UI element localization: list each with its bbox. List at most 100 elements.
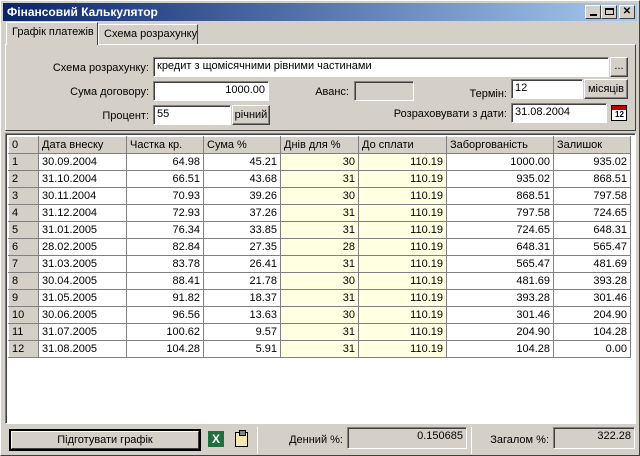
table-cell[interactable]: 66.51 [126,170,204,188]
table-cell[interactable]: 31 [280,289,359,307]
table-cell[interactable]: 5.91 [203,340,281,358]
table-cell[interactable]: 31 [280,255,359,273]
row-index-cell[interactable]: 3 [8,187,39,205]
table-cell[interactable]: 26.41 [203,255,281,273]
table-cell[interactable]: 82.84 [126,238,204,256]
table-cell[interactable]: 31 [280,340,359,358]
table-cell[interactable]: 110.19 [358,238,447,256]
table-cell[interactable]: 204.90 [553,306,631,324]
table-row[interactable]: 1 30.09.2004 64.98 45.21 30 110.19 1000.00 935.… [8,153,631,171]
table-cell[interactable]: 868.51 [553,170,631,188]
row-index-cell[interactable]: 6 [8,238,39,256]
column-header[interactable]: До сплати [358,136,447,154]
table-row[interactable]: 11 31.07.2005 100.62 9.57 31 110.19 204.90 104.… [8,323,631,341]
prepare-schedule-button[interactable]: Підготувати графік [9,429,201,451]
table-cell[interactable]: 110.19 [358,170,447,188]
table-cell[interactable]: 393.28 [446,289,554,307]
advance-field[interactable] [354,81,414,101]
table-cell[interactable]: 30.09.2004 [38,153,127,171]
table-cell[interactable]: 13.63 [203,306,281,324]
table-cell[interactable]: 76.34 [126,221,204,239]
table-cell[interactable]: 18.37 [203,289,281,307]
title-bar[interactable]: Фінансовий Калькулятор ✕ [3,3,637,21]
table-cell[interactable]: 393.28 [553,272,631,290]
table-cell[interactable]: 648.31 [553,221,631,239]
table-cell[interactable]: 30.04.2005 [38,272,127,290]
tab-calculation-scheme[interactable]: Схема розрахунку [98,24,198,44]
table-row[interactable]: 10 30.06.2005 96.56 13.63 30 110.19 301.46 204.… [8,306,631,324]
table-cell[interactable]: 30 [280,153,359,171]
table-row[interactable]: 9 31.05.2005 91.82 18.37 31 110.19 393.28 301.4… [8,289,631,307]
column-header[interactable]: Дата внеску [38,136,127,154]
maximize-button[interactable] [601,5,617,19]
table-cell[interactable]: 27.35 [203,238,281,256]
table-cell[interactable]: 110.19 [358,255,447,273]
row-index-cell[interactable]: 8 [8,272,39,290]
table-cell[interactable]: 45.21 [203,153,281,171]
table-cell[interactable]: 104.28 [553,323,631,341]
table-row[interactable]: 5 31.01.2005 76.34 33.85 31 110.19 724.65 648.3… [8,221,631,239]
table-cell[interactable]: 83.78 [126,255,204,273]
row-index-cell[interactable]: 5 [8,221,39,239]
table-row[interactable]: 2 31.10.2004 66.51 43.68 31 110.19 935.02 868.5… [8,170,631,188]
table-cell[interactable]: 301.46 [446,306,554,324]
table-cell[interactable]: 31.01.2005 [38,221,127,239]
table-cell[interactable]: 204.90 [446,323,554,341]
table-cell[interactable]: 31.07.2005 [38,323,127,341]
table-cell[interactable]: 868.51 [446,187,554,205]
scheme-field[interactable]: кредит з щомісячними рівними частинами [153,57,609,77]
table-cell[interactable]: 1000.00 [446,153,554,171]
table-cell[interactable]: 72.93 [126,204,204,222]
row-index-cell[interactable]: 12 [8,340,39,358]
table-cell[interactable]: 481.69 [553,255,631,273]
table-cell[interactable]: 797.58 [553,187,631,205]
table-cell[interactable]: 31 [280,170,359,188]
table-cell[interactable]: 797.58 [446,204,554,222]
table-cell[interactable]: 110.19 [358,272,447,290]
scheme-browse-button[interactable]: ... [610,57,628,77]
table-cell[interactable]: 30 [280,272,359,290]
amount-field[interactable]: 1000.00 [153,81,269,101]
table-cell[interactable]: 565.47 [553,238,631,256]
table-cell[interactable]: 110.19 [358,187,447,205]
row-index-cell[interactable]: 10 [8,306,39,324]
table-cell[interactable]: 31.03.2005 [38,255,127,273]
term-unit-button[interactable]: місяців [584,79,628,99]
row-index-cell[interactable]: 4 [8,204,39,222]
table-cell[interactable]: 31.10.2004 [38,170,127,188]
table-cell[interactable]: 37.26 [203,204,281,222]
table-cell[interactable]: 30 [280,187,359,205]
table-row[interactable]: 3 30.11.2004 70.93 39.26 30 110.19 868.51 797.5… [8,187,631,205]
table-cell[interactable]: 110.19 [358,221,447,239]
table-cell[interactable]: 100.62 [126,323,204,341]
table-cell[interactable]: 30.06.2005 [38,306,127,324]
table-cell[interactable]: 21.78 [203,272,281,290]
table-cell[interactable]: 88.41 [126,272,204,290]
table-row[interactable]: 4 31.12.2004 72.93 37.26 31 110.19 797.58 724.6… [8,204,631,222]
column-header[interactable]: Днів для % [280,136,359,154]
table-cell[interactable]: 43.68 [203,170,281,188]
table-cell[interactable]: 481.69 [446,272,554,290]
table-cell[interactable]: 301.46 [553,289,631,307]
tab-payment-schedule[interactable]: Графік платежів [6,22,98,45]
export-excel-button[interactable]: X [205,429,227,451]
row-index-cell[interactable]: 11 [8,323,39,341]
table-cell[interactable]: 104.28 [126,340,204,358]
percent-field[interactable]: 55 [153,105,231,125]
close-button[interactable]: ✕ [619,5,635,19]
table-cell[interactable]: 33.85 [203,221,281,239]
table-row[interactable]: 8 30.04.2005 88.41 21.78 30 110.19 481.69 393.2… [8,272,631,290]
table-cell[interactable]: 28 [280,238,359,256]
table-cell[interactable]: 64.98 [126,153,204,171]
paste-button[interactable] [231,429,253,451]
table-cell[interactable]: 31 [280,204,359,222]
row-index-cell[interactable]: 7 [8,255,39,273]
table-cell[interactable]: 565.47 [446,255,554,273]
calc-date-field[interactable]: 31.08.2004 [511,103,607,123]
row-index-cell[interactable]: 1 [8,153,39,171]
table-cell[interactable]: 110.19 [358,153,447,171]
table-cell[interactable]: 96.56 [126,306,204,324]
table-cell[interactable]: 31.12.2004 [38,204,127,222]
table-cell[interactable]: 110.19 [358,340,447,358]
term-field[interactable]: 12 [511,79,583,99]
